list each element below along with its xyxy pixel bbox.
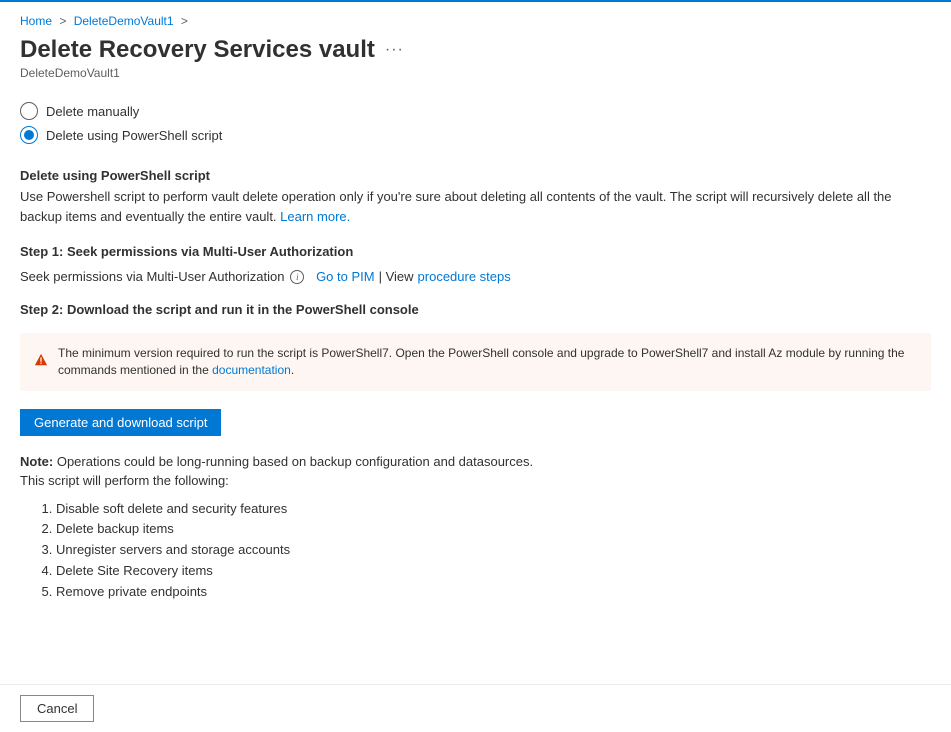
step2-heading: Step 2: Download the script and run it i… bbox=[20, 302, 931, 317]
radio-unchecked-icon bbox=[20, 102, 38, 120]
breadcrumb-separator: > bbox=[181, 14, 188, 28]
learn-more-link[interactable]: Learn more. bbox=[280, 209, 350, 224]
list-item: Disable soft delete and security feature… bbox=[56, 499, 931, 520]
list-item: Remove private endpoints bbox=[56, 582, 931, 603]
main-content: Home > DeleteDemoVault1 > Delete Recover… bbox=[0, 2, 951, 674]
page-title: Delete Recovery Services vault bbox=[20, 36, 375, 64]
step1-content: Seek permissions via Multi-User Authoriz… bbox=[20, 269, 931, 284]
breadcrumb-home[interactable]: Home bbox=[20, 14, 52, 28]
section-description: Use Powershell script to perform vault d… bbox=[20, 187, 931, 226]
documentation-link[interactable]: documentation bbox=[212, 363, 291, 377]
list-item: Unregister servers and storage accounts bbox=[56, 540, 931, 561]
description-text: Use Powershell script to perform vault d… bbox=[20, 189, 892, 224]
warning-text-post: . bbox=[291, 363, 294, 377]
step1-heading: Step 1: Seek permissions via Multi-User … bbox=[20, 244, 931, 259]
step1-text: Seek permissions via Multi-User Authoriz… bbox=[20, 269, 284, 284]
radio-label-powershell: Delete using PowerShell script bbox=[46, 128, 222, 143]
page-subtitle: DeleteDemoVault1 bbox=[20, 66, 931, 80]
delete-method-radio-group: Delete manually Delete using PowerShell … bbox=[20, 102, 931, 144]
radio-delete-powershell[interactable]: Delete using PowerShell script bbox=[20, 126, 931, 144]
warning-text-pre: The minimum version required to run the … bbox=[58, 346, 904, 377]
radio-label-manual: Delete manually bbox=[46, 104, 139, 119]
script-actions-list: Disable soft delete and security feature… bbox=[20, 499, 931, 603]
page-header: Delete Recovery Services vault ··· bbox=[20, 36, 931, 64]
breadcrumb-vault[interactable]: DeleteDemoVault1 bbox=[74, 14, 174, 28]
more-menu-icon[interactable]: ··· bbox=[385, 41, 404, 59]
generate-download-button[interactable]: Generate and download script bbox=[20, 409, 221, 436]
procedure-steps-link[interactable]: procedure steps bbox=[418, 269, 511, 284]
warning-banner: The minimum version required to run the … bbox=[20, 333, 931, 391]
breadcrumb-separator: > bbox=[59, 14, 66, 28]
breadcrumb: Home > DeleteDemoVault1 > bbox=[20, 14, 931, 28]
warning-text: The minimum version required to run the … bbox=[58, 345, 917, 379]
list-item: Delete Site Recovery items bbox=[56, 561, 931, 582]
warning-icon bbox=[34, 353, 48, 370]
footer: Cancel bbox=[0, 684, 951, 732]
section-heading: Delete using PowerShell script bbox=[20, 168, 931, 183]
note-text: Operations could be long-running based o… bbox=[53, 454, 533, 469]
radio-delete-manually[interactable]: Delete manually bbox=[20, 102, 931, 120]
view-separator: | View bbox=[379, 269, 414, 284]
note-block: Note: Operations could be long-running b… bbox=[20, 452, 931, 491]
info-icon[interactable]: i bbox=[290, 270, 304, 284]
list-item: Delete backup items bbox=[56, 519, 931, 540]
cancel-button[interactable]: Cancel bbox=[20, 695, 94, 722]
go-to-pim-link[interactable]: Go to PIM bbox=[316, 269, 375, 284]
note-label: Note: bbox=[20, 454, 53, 469]
note-subtext: This script will perform the following: bbox=[20, 473, 229, 488]
radio-checked-icon bbox=[20, 126, 38, 144]
